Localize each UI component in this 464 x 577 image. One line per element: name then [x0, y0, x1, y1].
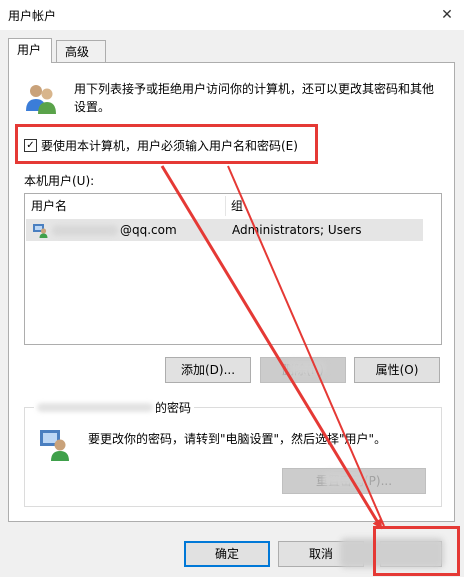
annotation-arrows	[160, 165, 385, 530]
tab-users[interactable]: 用户	[8, 38, 52, 63]
